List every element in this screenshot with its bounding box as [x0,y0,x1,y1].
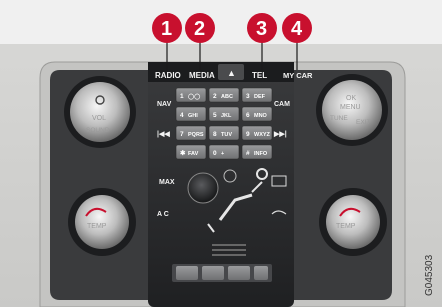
cam-button[interactable]: CAM [274,101,290,108]
keypad-key-label: 9 [246,131,250,138]
bottom-button-2[interactable] [202,266,224,280]
keypad-key-11[interactable]: 0 + [208,144,240,160]
svg-text:4: 4 [291,18,303,40]
keypad-key-letters: PQRS [188,132,204,138]
prev-track-button[interactable]: |◀◀ [157,131,170,138]
svg-text:3: 3 [256,18,267,40]
keypad-key-1[interactable]: 1 ◯◯ [175,87,207,103]
sound-label: SOUND [86,127,110,134]
radio-button[interactable]: RADIO [155,71,181,80]
nav-button[interactable]: NAV [157,101,172,108]
keypad-key-9[interactable]: 9 WXYZ [241,125,273,141]
keypad-key-5[interactable]: 5 JKL [208,106,240,122]
keypad-key-letters: TUV [221,132,232,138]
keypad-key-12[interactable]: # INFO [241,144,273,160]
keypad-key-label: # [246,150,250,157]
keypad-key-label: 4 [180,112,184,119]
seat-heat-left-button[interactable] [176,266,198,280]
fan-knob[interactable] [187,172,219,204]
menu-label: MENU [340,104,361,111]
keypad-key-label: 6 [246,112,250,119]
keypad-key-7[interactable]: 7 PQRS [175,125,207,141]
keypad-key-letters: FAV [188,151,199,157]
tune-label: TUNE [330,115,348,122]
max-defrost-button[interactable]: MAX [159,179,175,186]
keypad-key-letters: + [221,151,224,157]
seat-heat-right-button[interactable] [254,266,268,280]
keypad-key-letters: JKL [221,113,232,119]
control-panel-figure: RADIO MEDIA ▲ TEL MY CAR VOL SOUND OK ME… [0,0,442,307]
keypad-key-label: 0 [213,150,217,157]
top-margin [0,0,442,48]
exit-label: EXIT [356,119,370,126]
keypad-key-label: 2 [213,93,217,100]
svg-text:2: 2 [194,18,205,40]
eject-icon[interactable]: ▲ [227,68,236,78]
ok-label: OK [346,95,356,102]
keypad-key-label: 5 [213,112,217,119]
tel-button[interactable]: TEL [252,71,267,80]
figure-id: G045303 [424,254,435,296]
keypad-key-label: 3 [246,93,250,100]
keypad-key-label: ✱ [180,149,186,157]
vent-slot-2 [212,249,246,251]
keypad-key-letters: INFO [254,151,268,157]
keypad-key-letters: ABC [221,94,233,100]
keypad-key-2[interactable]: 2 ABC [208,87,240,103]
keypad-key-letters: GHI [188,113,198,119]
mycar-button[interactable]: MY CAR [283,71,313,80]
temp-left-knob[interactable] [75,195,129,249]
temp-left-label: TEMP [87,223,107,230]
keypad-key-label: 7 [180,131,184,138]
svg-text:1: 1 [161,18,172,40]
ac-button[interactable]: A C [157,211,169,218]
keypad-key-letters: WXYZ [254,132,271,138]
temp-right-label: TEMP [336,223,356,230]
keypad-key-10[interactable]: ✱ FAV [175,144,207,160]
keypad-key-label: 8 [213,131,217,138]
keypad-key-3[interactable]: 3 DEF [241,87,273,103]
keypad-key-8[interactable]: 8 TUV [208,125,240,141]
temp-right-knob[interactable] [326,195,380,249]
keypad-key-letters: ◯◯ [188,93,201,100]
keypad-key-label: 1 [180,93,184,100]
bottom-button-3[interactable] [228,266,250,280]
center-console-illustration: RADIO MEDIA ▲ TEL MY CAR VOL SOUND OK ME… [0,0,442,307]
keypad-key-4[interactable]: 4 GHI [175,106,207,122]
next-track-button[interactable]: ▶▶| [273,131,287,138]
media-button[interactable]: MEDIA [189,71,215,80]
dash-edge [0,44,442,52]
vent-slot-1 [212,244,246,246]
keypad-key-letters: MNO [254,113,268,119]
vol-label: VOL [92,115,106,122]
keypad-key-letters: DEF [254,94,266,100]
vent-slot-3 [212,254,246,256]
keypad-key-6[interactable]: 6 MNO [241,106,273,122]
